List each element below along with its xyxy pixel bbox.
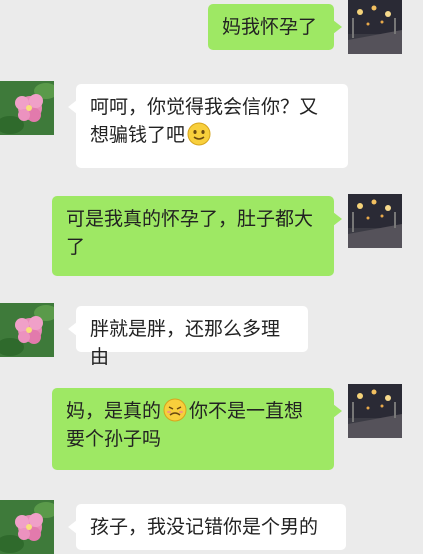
received-message-bubble[interactable]: 呵呵，你觉得我会信你？又想骗钱了吧	[68, 84, 348, 168]
sent-message-bubble[interactable]: 妈，是真的 你不是一直想要个孙子吗	[52, 388, 342, 470]
message-text: 妈，是真的	[66, 400, 162, 422]
message-row: 呵呵，你觉得我会信你？又想骗钱了吧	[0, 78, 423, 173]
sent-message-bubble[interactable]: 可是我真的怀孕了，肚子都大了	[52, 196, 342, 276]
message-row: 胖就是胖，还那么多理由	[0, 298, 423, 368]
message-text: 可是我真的怀孕了，肚子都大了	[66, 208, 314, 258]
pink-flower-avatar-icon[interactable]	[0, 500, 54, 554]
received-message-bubble[interactable]: 胖就是胖，还那么多理由	[68, 306, 308, 368]
night-street-avatar-icon[interactable]	[348, 194, 402, 248]
sent-message-bubble[interactable]: 妈我怀孕了	[208, 4, 342, 50]
night-street-avatar-icon[interactable]	[348, 384, 402, 438]
received-message-bubble[interactable]: 孩子，我没记错你是个男的	[68, 504, 346, 550]
pink-flower-avatar-icon[interactable]	[0, 81, 54, 135]
night-street-avatar-icon[interactable]	[348, 0, 402, 54]
message-text: 胖就是胖，还那么多理由	[90, 318, 281, 368]
sad-emoji-icon	[163, 398, 187, 422]
chat-conversation: 妈我怀孕了 呵呵，你觉得我会信你？又想骗钱了吧 可是我真的怀孕了，肚子都大了 胖…	[0, 0, 423, 554]
message-row: 可是我真的怀孕了，肚子都大了	[0, 192, 423, 282]
message-row: 孩子，我没记错你是个男的	[0, 496, 423, 554]
message-text: 孩子，我没记错你是个男的	[90, 516, 319, 538]
smile-emoji-icon	[187, 122, 211, 146]
message-row: 妈我怀孕了	[0, 0, 423, 60]
message-text: 妈我怀孕了	[222, 16, 318, 38]
pink-flower-avatar-icon[interactable]	[0, 303, 54, 357]
message-row: 妈，是真的 你不是一直想要个孙子吗	[0, 382, 423, 478]
